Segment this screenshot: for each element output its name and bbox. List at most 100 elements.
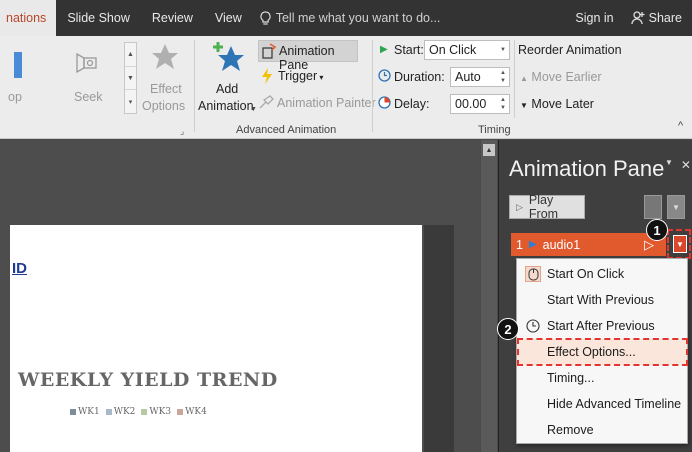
menu-item-label: Timing...	[547, 371, 595, 385]
effect-options-star-icon[interactable]	[150, 42, 180, 75]
move-later-label: Move Later	[531, 97, 594, 111]
seek-icon[interactable]	[74, 50, 100, 79]
add-animation-star-icon[interactable]	[211, 40, 247, 79]
menu-item-remove[interactable]: Remove	[517, 417, 687, 443]
menu-item-start-after-previous[interactable]: Start After Previous	[517, 313, 687, 339]
ribbon: op Seek ▲ ▼ ▾ Effect Options ⌟ Add Anima…	[0, 36, 692, 139]
animation-painter-icon	[258, 94, 276, 113]
duration-spinner[interactable]: ▲ ▼	[498, 69, 508, 85]
collapse-ribbon-icon[interactable]: ^	[678, 120, 683, 132]
group-separator	[372, 40, 373, 132]
partial-effect-icon[interactable]	[14, 52, 22, 78]
advanced-animation-group-label: Advanced Animation	[236, 124, 337, 136]
play-from-button[interactable]: ▷ Play From	[509, 193, 585, 221]
tell-me-search[interactable]: Tell me what you want to do...	[253, 10, 440, 26]
delay-input[interactable]: 00.00 ▲ ▼	[450, 94, 510, 114]
effect-options-label-1: Effect	[150, 82, 182, 96]
reorder-up-button[interactable]	[644, 195, 662, 219]
share-person-icon	[630, 11, 645, 25]
dialog-launcher-icon[interactable]: ⌟	[180, 126, 184, 137]
sign-in-link[interactable]: Sign in	[575, 11, 613, 25]
scroll-up-icon[interactable]: ▲	[483, 144, 495, 156]
legend-swatch	[105, 409, 112, 415]
legend-swatch	[141, 409, 148, 415]
duration-input[interactable]: Auto ▲ ▼	[450, 67, 510, 87]
menu-item-label: Hide Advanced Timeline	[547, 397, 682, 411]
step-callout-2: 2	[497, 318, 519, 340]
animation-list-item-audio1[interactable]: 1 ▶ audio1 ▷	[511, 233, 666, 256]
step-callout-1: 1	[646, 219, 668, 241]
seek-label: Seek	[74, 90, 103, 104]
animation-painter-button[interactable]: Animation Painter	[277, 96, 376, 110]
tab-animations[interactable]: nations	[0, 0, 57, 36]
legend-label: WK1	[78, 407, 100, 417]
item-name: audio1	[542, 237, 581, 252]
slide-canvas[interactable]: ID WEEKLY YIELD TREND WK1 WK2 WK3 WK4	[10, 225, 422, 452]
menu-item-start-on-click[interactable]: Start On Click	[517, 261, 687, 287]
animation-pane-icon	[262, 43, 277, 59]
lightbulb-icon	[260, 10, 271, 25]
effect-options-label-2[interactable]: Options	[142, 99, 185, 113]
tab-review[interactable]: Review	[141, 0, 204, 36]
tab-slide-show[interactable]: Slide Show	[56, 0, 141, 36]
animation-pane-button[interactable]: Animation Pane	[258, 40, 358, 72]
gallery-more-icon[interactable]: ▾	[125, 90, 136, 113]
legend-label: WK3	[149, 407, 172, 417]
duration-value: Auto	[455, 70, 481, 84]
group-separator	[514, 40, 515, 118]
arrow-up-icon: ▲	[520, 74, 528, 83]
ribbon-tab-bar: nations Slide Show Review View Tell me w…	[0, 0, 692, 36]
timing-group-label: Timing	[478, 124, 511, 136]
duration-clock-icon	[378, 69, 391, 85]
animation-pane-label: Animation Pane	[279, 44, 335, 72]
mouse-click-icon	[525, 266, 541, 282]
pane-options-icon[interactable]: ▼	[665, 158, 673, 172]
delay-spinner[interactable]: ▲ ▼	[498, 96, 508, 112]
slide-margin-area	[424, 225, 454, 452]
move-later-button[interactable]: ▼ Move Later	[520, 97, 594, 111]
add-animation-label-2[interactable]: Animation	[198, 99, 254, 113]
legend-item-wk2: WK2	[105, 407, 136, 417]
gallery-down-icon[interactable]: ▼	[125, 67, 136, 91]
play-trigger-icon: ▶	[528, 239, 537, 250]
reorder-animation-label: Reorder Animation	[518, 43, 622, 57]
slide-id-text: ID	[12, 260, 27, 277]
reorder-down-button[interactable]: ▼	[667, 195, 685, 219]
tab-view[interactable]: View	[204, 0, 253, 36]
close-icon[interactable]: ✕	[681, 158, 691, 172]
chevron-down-icon: ▼	[250, 106, 257, 113]
delay-icon	[378, 96, 391, 112]
menu-item-start-with-previous[interactable]: Start With Previous	[517, 287, 687, 313]
animation-pane-title: Animation Pane	[509, 156, 665, 181]
play-from-label: Play From	[528, 193, 559, 221]
move-earlier-button[interactable]: ▲ Move Earlier	[520, 70, 602, 84]
chevron-down-icon: ▼	[500, 105, 506, 111]
chevron-up-icon: ▲	[500, 97, 506, 103]
trigger-button[interactable]: Trigger ▾	[278, 69, 323, 83]
effect-options-highlight-box	[517, 338, 688, 366]
menu-item-timing[interactable]: Timing...	[517, 365, 687, 391]
legend-item-wk4: WK4	[177, 407, 207, 417]
gallery-up-icon[interactable]: ▲	[125, 43, 136, 67]
menu-item-hide-advanced-timeline[interactable]: Hide Advanced Timeline	[517, 391, 687, 417]
chart-title: WEEKLY YIELD TREND	[18, 369, 278, 391]
add-animation-label-1: Add	[216, 82, 239, 96]
start-play-icon: ▶	[380, 44, 388, 55]
dropdown-highlight-box	[667, 229, 691, 259]
delay-label: Delay:	[394, 97, 430, 111]
workspace-scrollbar[interactable]: ▲	[481, 140, 497, 452]
legend-item-wk3: WK3	[141, 407, 171, 417]
item-number: 1	[516, 237, 523, 252]
pane-controls: ▼ ✕	[665, 158, 691, 172]
gallery-scroll[interactable]: ▲ ▼ ▾	[124, 42, 137, 114]
chevron-down-icon[interactable]: ▼	[498, 42, 508, 58]
duration-label: Duration:	[394, 70, 445, 84]
chevron-down-icon: ▼	[500, 78, 506, 84]
share-button[interactable]: Share	[630, 10, 682, 26]
group-separator	[194, 40, 195, 132]
legend-label: WK2	[113, 407, 136, 417]
legend-label: WK4	[185, 407, 207, 417]
start-label: Start:	[394, 43, 424, 57]
clock-icon	[525, 318, 541, 334]
start-select[interactable]: On Click ▼	[424, 40, 510, 60]
